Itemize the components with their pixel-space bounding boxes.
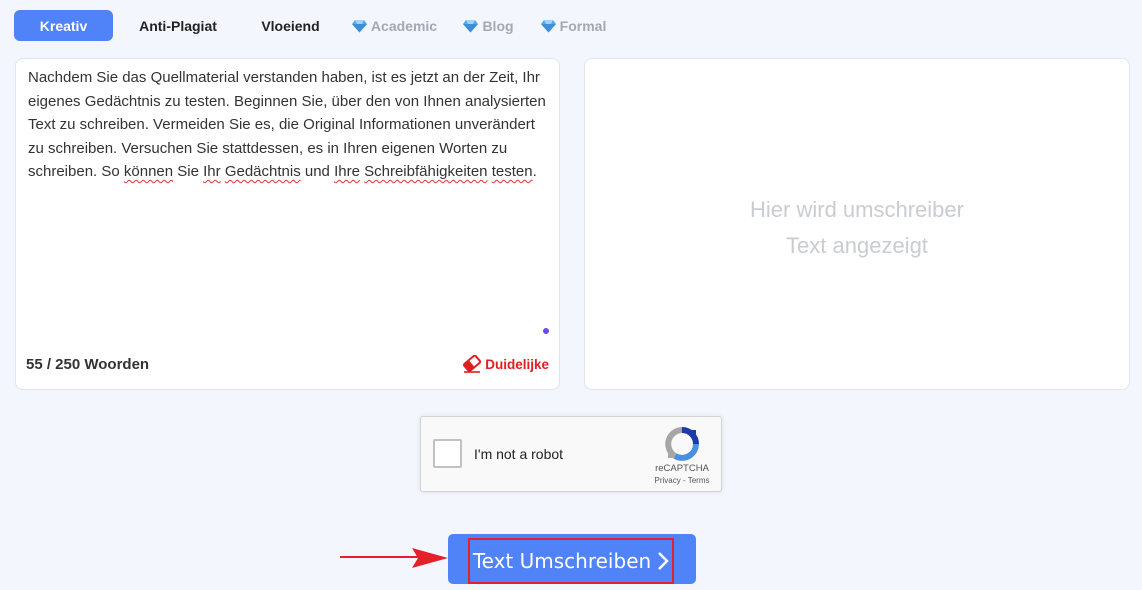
spellcheck-word: können bbox=[123, 163, 174, 180]
tab-label: Blog bbox=[482, 17, 514, 34]
eraser-icon bbox=[463, 355, 482, 373]
clear-label: Duidelijke bbox=[485, 356, 549, 372]
submit-highlight: Text Umschreiben bbox=[468, 538, 674, 584]
annotation-arrow-icon bbox=[340, 548, 448, 568]
recaptcha-links[interactable]: Privacy - Terms bbox=[649, 476, 715, 485]
clear-button[interactable]: Duidelijke bbox=[462, 355, 549, 373]
input-line: schreiben. So können Sie Ihr Gedächtnis … bbox=[28, 160, 553, 184]
recaptcha-logo-icon bbox=[665, 427, 699, 461]
tab-label: Kreativ bbox=[39, 17, 88, 34]
status-dot bbox=[543, 328, 549, 334]
text-fragment: . bbox=[532, 163, 537, 180]
placeholder-line: Hier wird umschreiber bbox=[750, 197, 964, 222]
text-fragment: schreiben. So bbox=[28, 163, 124, 180]
spellcheck-word: Gedächtnis bbox=[224, 163, 301, 180]
input-line: eigenes Gedächtnis zu testen. Beginnen S… bbox=[28, 92, 546, 110]
spellcheck-word: testen bbox=[491, 163, 533, 180]
tab-blog[interactable]: Blog bbox=[451, 10, 526, 41]
recaptcha-brand: reCAPTCHA bbox=[655, 463, 709, 474]
output-panel: Hier wird umschreiber Text angezeigt bbox=[584, 58, 1130, 390]
tab-kreativ[interactable]: Kreativ bbox=[14, 10, 113, 41]
recaptcha-widget: I'm not a robot reCAPTCHA Privacy - Term… bbox=[420, 416, 722, 492]
text-fragment: und bbox=[300, 163, 335, 180]
tab-academic[interactable]: Academic bbox=[338, 10, 451, 41]
chevron-right-icon bbox=[658, 552, 669, 570]
recaptcha-label: I'm not a robot bbox=[474, 446, 564, 462]
tab-formal[interactable]: Formal bbox=[526, 10, 621, 41]
diamond-icon bbox=[351, 19, 367, 32]
input-line: Text zu schreiben. Vermeiden Sie es, die… bbox=[28, 116, 535, 133]
spellcheck-word: Ihre bbox=[334, 163, 360, 180]
spellcheck-word: Schreibfähigkeiten bbox=[364, 163, 488, 180]
text-fragment: Sie bbox=[173, 163, 204, 180]
input-line: Nachdem Sie das Quellmaterial verstanden… bbox=[28, 69, 540, 86]
diamond-icon bbox=[540, 19, 556, 32]
mode-tabs: Kreativ Anti-Plagiat Vloeiend Academic B… bbox=[14, 10, 621, 41]
tab-label: Vloeiend bbox=[261, 17, 320, 34]
tab-label: Anti-Plagiat bbox=[139, 17, 217, 34]
input-panel: Nachdem Sie das Quellmaterial verstanden… bbox=[15, 58, 560, 390]
rewrite-submit-button[interactable]: Text Umschreiben bbox=[448, 534, 696, 584]
submit-label: Text Umschreiben bbox=[472, 549, 652, 573]
spellcheck-word: Ihr bbox=[203, 163, 221, 180]
word-count: 55 / 250 Woorden bbox=[26, 356, 150, 373]
placeholder-line: Text angezeigt bbox=[786, 233, 928, 258]
tab-label: Formal bbox=[559, 17, 607, 34]
tab-label: Academic bbox=[370, 17, 438, 34]
input-textarea[interactable]: Nachdem Sie das Quellmaterial verstanden… bbox=[28, 66, 553, 184]
tab-anti-plagiat[interactable]: Anti-Plagiat bbox=[113, 10, 243, 41]
recaptcha-checkbox[interactable] bbox=[433, 439, 462, 468]
diamond-icon bbox=[463, 19, 479, 32]
tab-vloeiend[interactable]: Vloeiend bbox=[243, 10, 338, 41]
output-placeholder: Hier wird umschreiber Text angezeigt bbox=[750, 192, 964, 264]
input-line: zu schreiben. Versuchen Sie stattdessen,… bbox=[28, 139, 508, 157]
